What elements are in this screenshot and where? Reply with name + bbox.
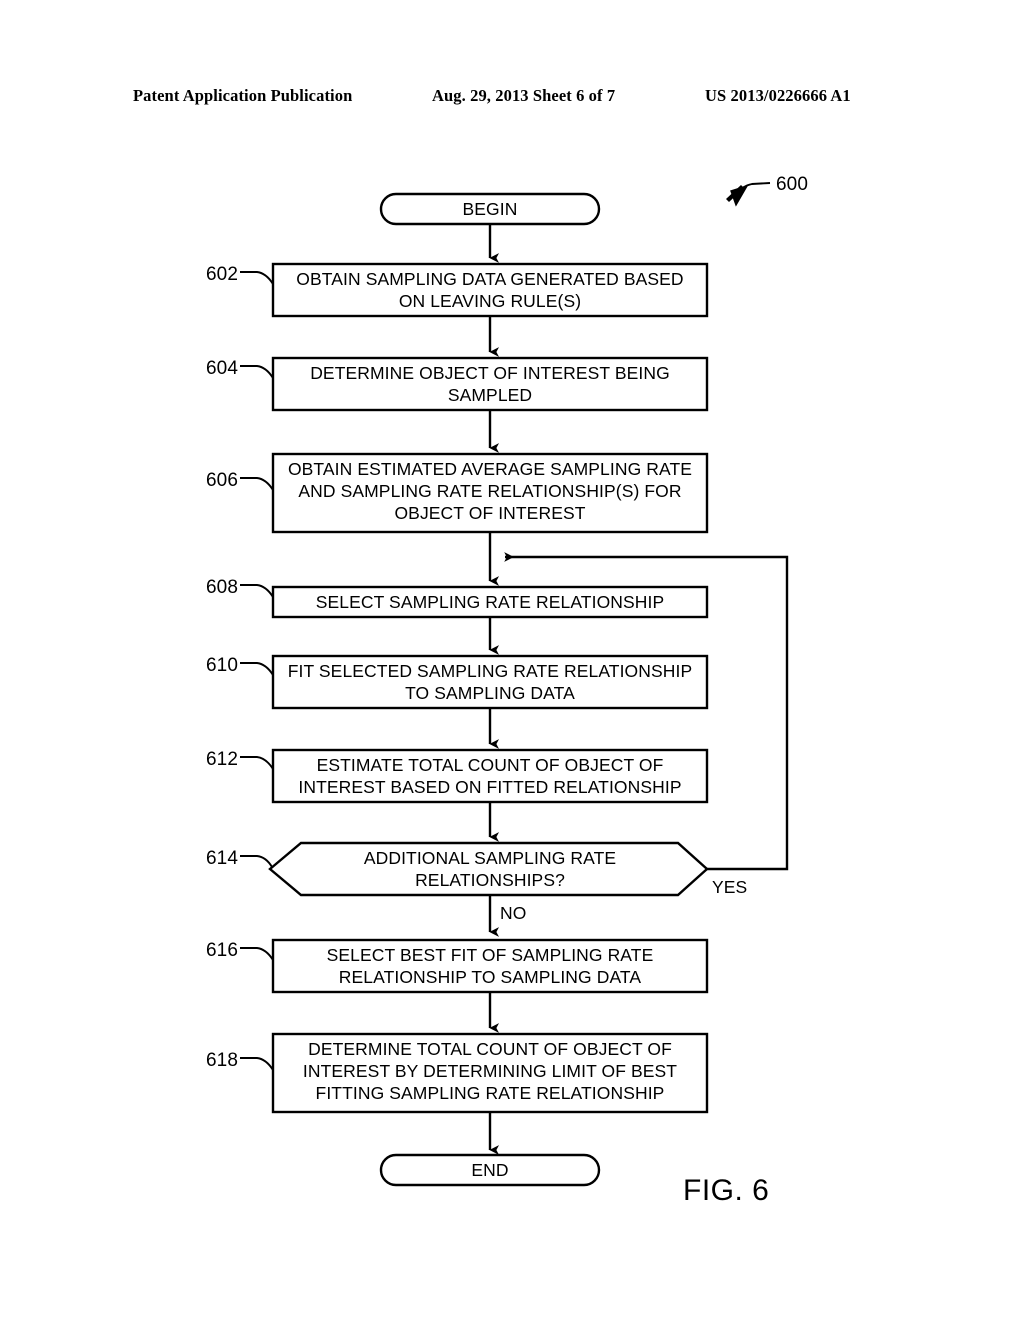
step-616-line-1: SELECT BEST FIT OF SAMPLING RATE [327, 945, 654, 965]
node-604[interactable]: DETERMINE OBJECT OF INTEREST BEING SAMPL… [271, 356, 709, 412]
step-614-line-1: ADDITIONAL SAMPLING RATE [364, 848, 616, 868]
refline-610: 610 [206, 655, 274, 676]
step-604-line-2: SAMPLED [448, 385, 532, 405]
node-606[interactable]: OBTAIN ESTIMATED AVERAGE SAMPLING RATE A… [271, 452, 709, 534]
begin-label: BEGIN [463, 199, 518, 219]
step-612-ref: 612 [206, 749, 238, 770]
step-614-line-2: RELATIONSHIPS? [415, 870, 565, 890]
node-end[interactable]: END [379, 1153, 601, 1187]
step-608-ref: 608 [206, 577, 238, 598]
step-618-line-2: INTEREST BY DETERMINING LIMIT OF BEST [303, 1061, 677, 1081]
step-602-ref: 602 [206, 264, 238, 285]
step-606-line-3: OBJECT OF INTEREST [394, 503, 585, 523]
node-602[interactable]: OBTAIN SAMPLING DATA GENERATED BASED ON … [271, 262, 709, 318]
branch-no-label: NO [500, 903, 526, 923]
branch-yes-label: YES [712, 877, 747, 897]
node-begin[interactable]: BEGIN [379, 192, 601, 226]
node-614[interactable]: ADDITIONAL SAMPLING RATE RELATIONSHIPS? [268, 841, 709, 897]
figure-caption: FIG. 6 [683, 1174, 770, 1207]
flowchart-600: 600 BEGIN OBTAIN SAMPLING DATA GENERATED… [206, 174, 808, 1187]
refline-614: 614 [206, 848, 273, 869]
diagram-ref-600: 600 [726, 174, 808, 207]
refline-602: 602 [206, 264, 274, 285]
step-618-ref: 618 [206, 1050, 238, 1071]
refline-616: 616 [206, 940, 274, 961]
step-606-line-2: AND SAMPLING RATE RELATIONSHIP(S) FOR [298, 481, 681, 501]
step-602-line-1: OBTAIN SAMPLING DATA GENERATED BASED [296, 269, 683, 289]
end-label: END [471, 1160, 508, 1180]
step-616-ref: 616 [206, 940, 238, 961]
node-610[interactable]: FIT SELECTED SAMPLING RATE RELATIONSHIP … [271, 654, 709, 710]
node-616[interactable]: SELECT BEST FIT OF SAMPLING RATE RELATIO… [271, 938, 709, 994]
step-618-line-3: FITTING SAMPLING RATE RELATIONSHIP [316, 1083, 665, 1103]
refline-608: 608 [206, 577, 274, 598]
node-618[interactable]: DETERMINE TOTAL COUNT OF OBJECT OF INTER… [271, 1032, 709, 1114]
refline-606: 606 [206, 470, 274, 491]
step-610-line-1: FIT SELECTED SAMPLING RATE RELATIONSHIP [288, 661, 693, 681]
diagram-ref-label: 600 [776, 174, 808, 195]
step-612-line-1: ESTIMATE TOTAL COUNT OF OBJECT OF [317, 755, 664, 775]
step-602-line-2: ON LEAVING RULE(S) [399, 291, 581, 311]
step-610-line-2: TO SAMPLING DATA [405, 683, 575, 703]
refline-618: 618 [206, 1050, 274, 1071]
step-616-line-2: RELATIONSHIP TO SAMPLING DATA [339, 967, 642, 987]
step-618-line-1: DETERMINE TOTAL COUNT OF OBJECT OF [308, 1039, 672, 1059]
step-606-line-1: OBTAIN ESTIMATED AVERAGE SAMPLING RATE [288, 459, 692, 479]
node-612[interactable]: ESTIMATE TOTAL COUNT OF OBJECT OF INTERE… [271, 748, 709, 804]
step-604-ref: 604 [206, 358, 238, 379]
node-608[interactable]: SELECT SAMPLING RATE RELATIONSHIP [271, 585, 709, 619]
step-604-line-1: DETERMINE OBJECT OF INTEREST BEING [310, 363, 670, 383]
patent-page: Patent Application Publication Aug. 29, … [0, 0, 1024, 1320]
step-608-line-1: SELECT SAMPLING RATE RELATIONSHIP [316, 592, 665, 612]
refline-612: 612 [206, 749, 274, 770]
step-614-ref: 614 [206, 848, 238, 869]
step-612-line-2: INTEREST BASED ON FITTED RELATIONSHIP [298, 777, 681, 797]
step-606-ref: 606 [206, 470, 238, 491]
refline-604: 604 [206, 358, 274, 379]
step-610-ref: 610 [206, 655, 238, 676]
